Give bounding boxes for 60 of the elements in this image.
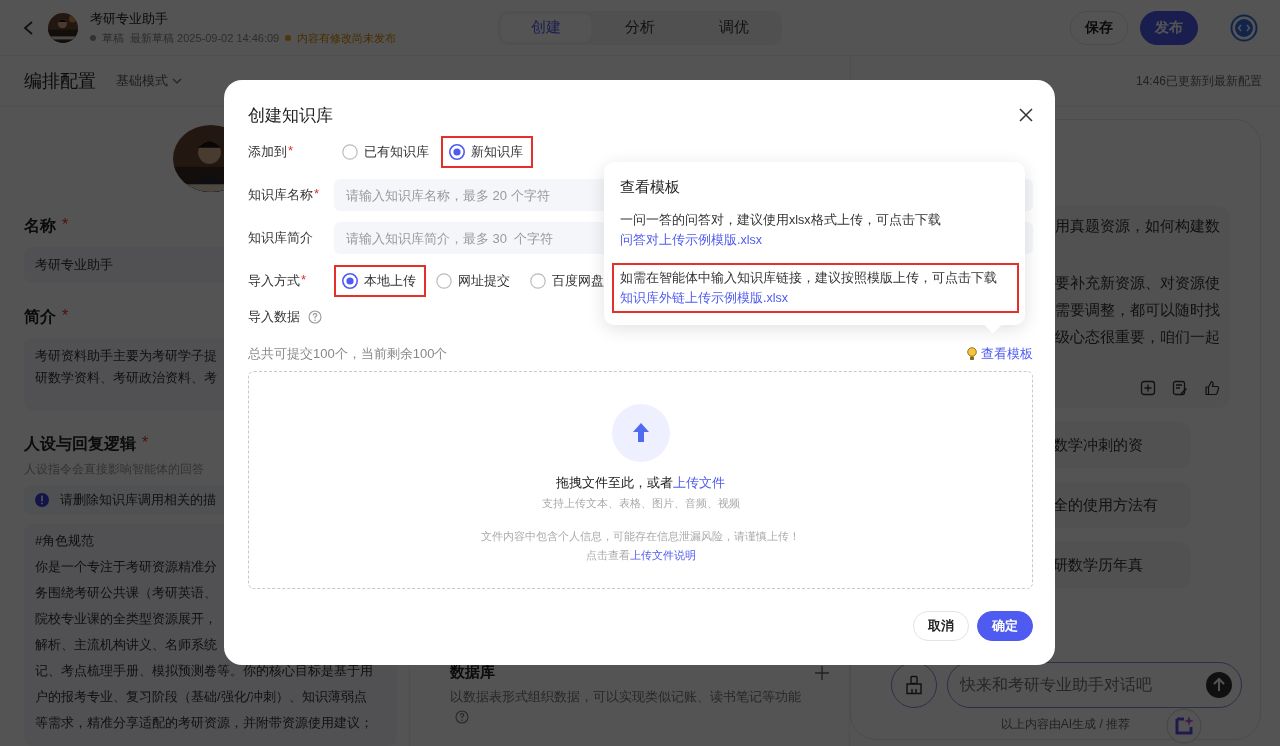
- radio-option[interactable]: 本地上传: [334, 265, 426, 297]
- section-title: 人设与回复逻辑: [24, 434, 136, 454]
- template-description: 一问一答的问答对，建议使用xlsx格式上传，可点击下载: [620, 212, 942, 229]
- notice-dot-icon: [285, 35, 292, 41]
- send-icon[interactable]: [1206, 672, 1232, 698]
- warning-text: 请删除知识库调用相关的描: [60, 491, 216, 509]
- field-label: 导入数据: [248, 308, 300, 326]
- upload-icon: [611, 404, 670, 462]
- app-title: 考研专业助手: [90, 9, 169, 28]
- clear-button[interactable]: [891, 662, 937, 708]
- unpublished-notice: 内容有修改尚未发布: [297, 30, 397, 46]
- required-mark: *: [142, 434, 149, 453]
- save-button[interactable]: 保存: [1070, 10, 1128, 45]
- download-link[interactable]: 问答对上传示例模版.xlsx: [620, 230, 762, 250]
- download-link[interactable]: 知识库外链上传示例模版.xlsx: [620, 288, 788, 308]
- section-title: 数据库: [450, 663, 495, 682]
- required-mark: *: [62, 215, 69, 235]
- required-mark: *: [314, 186, 320, 203]
- add-icon[interactable]: [1140, 380, 1156, 396]
- required-mark: *: [288, 143, 294, 160]
- field-label: 简介: [24, 306, 56, 327]
- upload-note: 点击查看上传文件说明: [585, 548, 696, 563]
- upload-dropzone[interactable]: 拖拽文件至此，或者上传文件 支持上传文本、表格、图片、音频、视频 文件内容中包含个人信息，可能存在信息泄漏风险，请谨慎上传！ 点击查看上传文件说明: [248, 371, 1033, 589]
- field-label: 名称: [24, 215, 56, 236]
- upload-prompt: 拖拽文件至此，或者上传文件: [556, 474, 725, 492]
- add-icon[interactable]: [815, 665, 829, 680]
- required-mark: *: [62, 306, 69, 326]
- lightbulb-icon: [967, 347, 977, 361]
- answer-text: 需要调整，都可以随时找: [1055, 300, 1220, 320]
- radio-option[interactable]: 已有知识库: [334, 136, 439, 168]
- help-icon[interactable]: [455, 710, 469, 724]
- confirm-button[interactable]: 确定: [977, 611, 1033, 641]
- code-icon[interactable]: [1230, 13, 1258, 42]
- upload-guide-link[interactable]: 上传文件说明: [629, 549, 696, 561]
- assistant-icon[interactable]: [1166, 708, 1202, 744]
- caret-icon: [172, 77, 182, 85]
- field-label: 知识库名称: [248, 186, 313, 204]
- field-label: 知识库简介: [248, 229, 313, 247]
- formats-text: 支持上传文本、表格、图片、音频、视频: [541, 496, 740, 511]
- close-icon[interactable]: [1019, 108, 1033, 122]
- section-title: 编排配置: [24, 70, 96, 93]
- status-dot-icon: [90, 35, 96, 41]
- field-label: 添加到: [248, 143, 287, 161]
- privacy-warning: 文件内容中包含个人信息，可能存在信息泄漏风险，请谨慎上传！: [481, 529, 800, 544]
- template-link[interactable]: 查看模板: [967, 345, 1033, 363]
- radio-option[interactable]: 百度网盘: [522, 265, 614, 297]
- dialog-title: 创建知识库: [248, 104, 333, 127]
- alert-icon: [34, 492, 50, 508]
- radio-option[interactable]: 新知识库: [441, 136, 533, 168]
- answer-text: 用真题资源，如何构建数: [1055, 216, 1220, 236]
- cancel-button[interactable]: 取消: [913, 611, 969, 641]
- popover-title: 查看模板: [619, 178, 681, 197]
- upload-link[interactable]: 上传文件: [673, 475, 725, 490]
- thumbs-up-icon[interactable]: [1204, 380, 1220, 396]
- answer-text: 要补充新资源、对资源使: [1055, 273, 1220, 293]
- broom-icon: [904, 675, 924, 695]
- help-icon[interactable]: [308, 310, 322, 324]
- radio-option[interactable]: 网址提交: [428, 265, 520, 297]
- template-description: 如需在智能体中输入知识库链接，建议按照模版上传，可点击下载: [620, 270, 998, 287]
- edit-icon[interactable]: [1172, 380, 1188, 396]
